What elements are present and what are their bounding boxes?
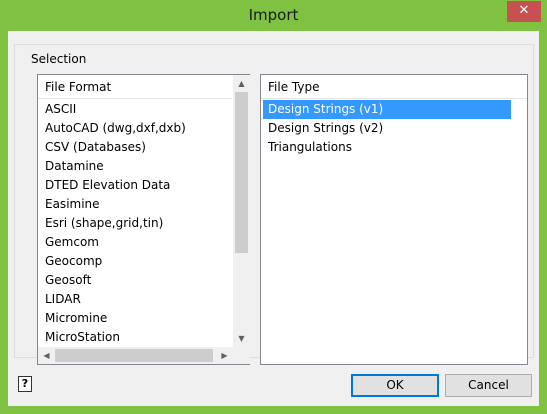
list-item[interactable]: Triangulations (261, 138, 527, 157)
scroll-up-button[interactable]: ▲ (233, 75, 250, 92)
list-item[interactable]: Esri (shape,grid,tin) (38, 214, 232, 233)
file-format-items: ASCII AutoCAD (dwg,dxf,dxb) CSV (Databas… (38, 100, 232, 344)
file-format-header: File Format (38, 75, 232, 99)
file-type-header: File Type (261, 75, 527, 99)
list-item[interactable]: Design Strings (v2) (261, 119, 527, 138)
list-item[interactable]: Datamine (38, 157, 232, 176)
file-type-items: Design Strings (v1) Design Strings (v2) … (261, 100, 527, 157)
list-item[interactable]: LIDAR (38, 290, 232, 309)
file-format-vertical-scrollbar[interactable]: ▲ ▼ (233, 75, 250, 347)
title-bar[interactable]: Import ✕ (0, 0, 547, 31)
scroll-right-button[interactable]: ▶ (216, 347, 233, 364)
list-item[interactable]: Geocomp (38, 252, 232, 271)
list-item[interactable]: CSV (Databases) (38, 138, 232, 157)
scroll-left-button[interactable]: ◀ (38, 347, 55, 364)
file-format-horizontal-scrollbar[interactable]: ◀ ▶ (38, 347, 233, 364)
list-item[interactable]: DTED Elevation Data (38, 176, 232, 195)
chevron-left-icon: ◀ (43, 351, 50, 360)
question-mark-icon: ? (21, 377, 29, 390)
list-item[interactable]: Geosoft (38, 271, 232, 290)
close-button[interactable]: ✕ (507, 1, 541, 22)
scroll-thumb[interactable] (235, 92, 248, 253)
list-item[interactable]: AutoCAD (dwg,dxf,dxb) (38, 119, 232, 138)
list-item[interactable]: ASCII (38, 100, 232, 119)
dialog-body: Selection File Format ASCII AutoCAD (dwg… (8, 31, 539, 406)
ok-button[interactable]: OK (351, 374, 439, 397)
chevron-right-icon: ▶ (221, 351, 228, 360)
chevron-up-icon: ▲ (238, 79, 245, 88)
list-item[interactable]: Micromine (38, 309, 232, 328)
selection-group: Selection File Format ASCII AutoCAD (dwg… (14, 44, 534, 365)
chevron-down-icon: ▼ (238, 334, 245, 343)
list-item-selected[interactable]: Design Strings (v1) (263, 100, 511, 119)
list-item[interactable]: Gemcom (38, 233, 232, 252)
cancel-button[interactable]: Cancel (445, 374, 532, 397)
scroll-down-button[interactable]: ▼ (233, 330, 250, 347)
file-format-list[interactable]: File Format ASCII AutoCAD (dwg,dxf,dxb) … (37, 74, 250, 365)
list-item[interactable]: MicroStation (38, 328, 232, 344)
scrollbar-corner (233, 347, 250, 364)
selection-group-label: Selection (29, 52, 89, 66)
list-item[interactable]: Easimine (38, 195, 232, 214)
scroll-thumb-horizontal[interactable] (55, 349, 213, 362)
close-icon: ✕ (518, 3, 530, 18)
import-dialog: Import ✕ Selection File Format ASCII Aut… (0, 0, 547, 414)
window-title: Import (248, 6, 299, 24)
help-icon[interactable]: ? (18, 376, 32, 392)
file-type-list[interactable]: File Type Design Strings (v1) Design Str… (260, 74, 528, 365)
